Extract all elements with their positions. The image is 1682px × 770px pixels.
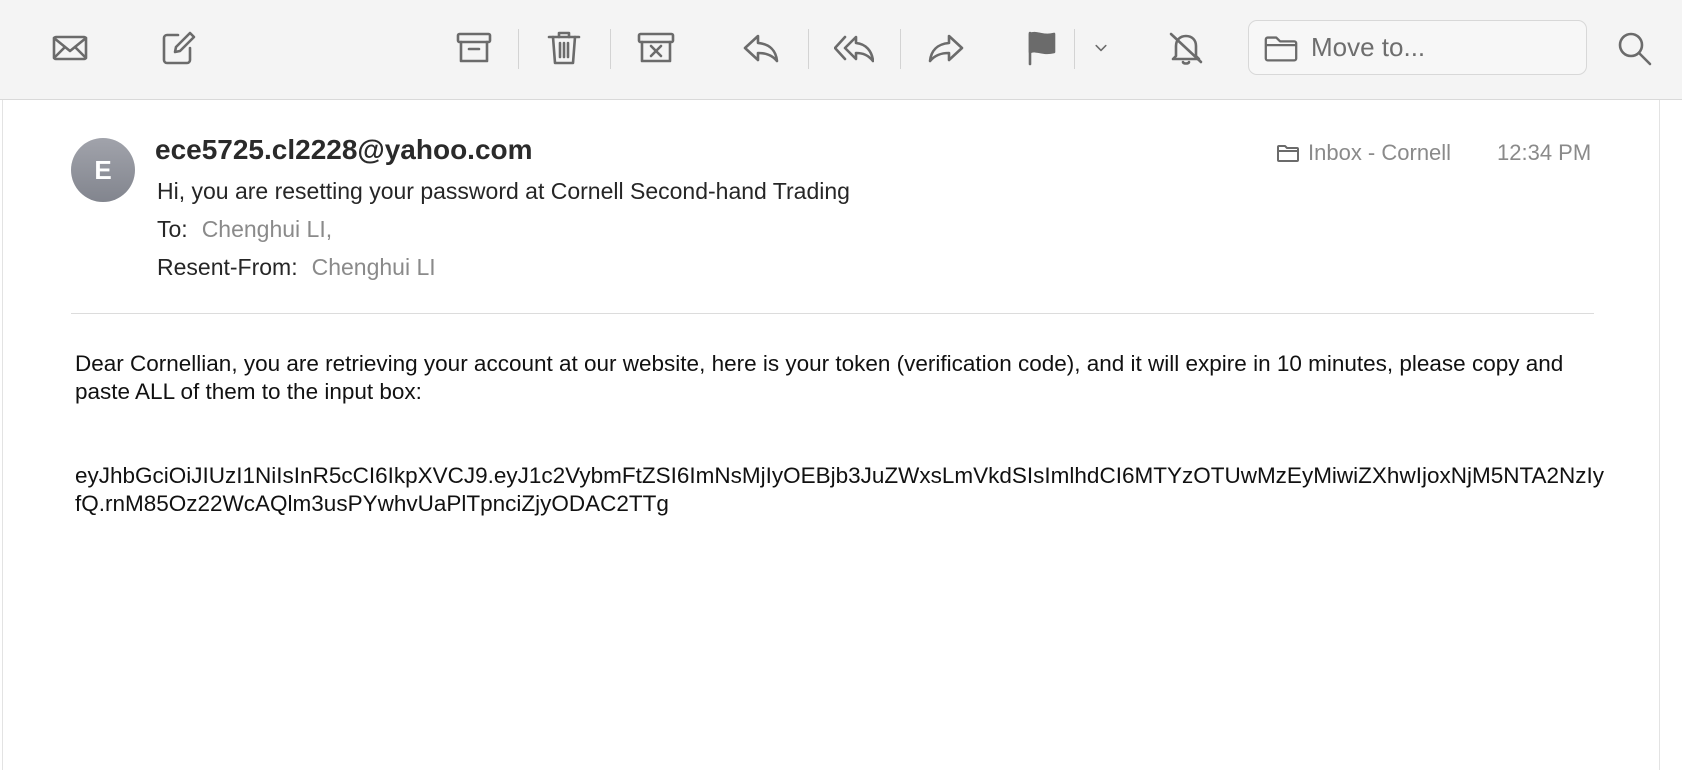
folder-icon <box>1261 28 1301 68</box>
compose-icon[interactable] <box>152 22 204 74</box>
to-row: To: Chenghui LI, <box>157 216 332 243</box>
mail-icon[interactable] <box>44 22 96 74</box>
chevron-down-icon[interactable] <box>1074 22 1128 74</box>
archive-icon[interactable] <box>448 22 500 74</box>
header-divider <box>71 313 1594 314</box>
reply-all-icon[interactable] <box>828 22 880 74</box>
avatar-initial: E <box>94 154 112 185</box>
sender-address[interactable]: ece5725.cl2228@yahoo.com <box>155 134 533 166</box>
move-to-label: Move to... <box>1311 32 1426 62</box>
mute-bell-icon[interactable] <box>1160 22 1212 74</box>
to-recipient[interactable]: Chenghui LI, <box>202 216 332 242</box>
toolbar-separator <box>518 29 519 69</box>
toolbar-separator <box>808 29 809 69</box>
move-to-button[interactable]: Move to... <box>1248 20 1587 75</box>
reply-icon[interactable] <box>735 22 787 74</box>
toolbar-separator <box>900 29 901 69</box>
verification-token[interactable]: eyJhbGciOiJIUzI1NiIsInR5cCI6IkpXVCJ9.eyJ… <box>75 462 1605 518</box>
resent-from-value[interactable]: Chenghui LI <box>312 254 436 280</box>
folder-icon <box>1277 145 1299 162</box>
resent-from-row: Resent-From: Chenghui LI <box>157 254 436 281</box>
forward-icon[interactable] <box>920 22 972 74</box>
toolbar: Move to... <box>0 0 1682 100</box>
toolbar-separator <box>610 29 611 69</box>
message-subject: Hi, you are resetting your password at C… <box>157 178 850 204</box>
search-icon[interactable] <box>1608 22 1660 74</box>
mailbox-indicator: Inbox - Cornell <box>1276 140 1451 166</box>
avatar: E <box>71 138 135 202</box>
trash-icon[interactable] <box>538 22 590 74</box>
junk-icon[interactable] <box>630 22 682 74</box>
resent-from-label: Resent-From: <box>157 254 298 280</box>
flag-icon[interactable] <box>1016 22 1068 74</box>
message-time: 12:34 PM <box>1497 140 1592 165</box>
mailbox-name: Inbox - Cornell <box>1308 140 1452 165</box>
message-body: Dear Cornellian, you are retrieving your… <box>75 351 1564 404</box>
message-view: E ece5725.cl2228@yahoo.com Hi, you are r… <box>2 100 1660 770</box>
to-label: To: <box>157 216 188 242</box>
